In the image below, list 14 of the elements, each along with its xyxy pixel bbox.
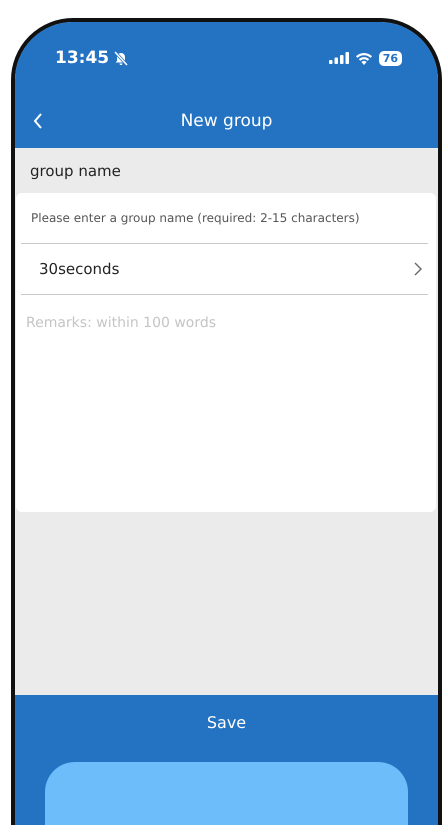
back-icon[interactable] <box>33 113 43 129</box>
wifi-icon <box>354 52 373 64</box>
muted-bell-icon <box>113 50 130 66</box>
group-name-field[interactable]: Please enter a group name (required: 2-15 characters) <box>16 193 436 243</box>
chevron-right-icon <box>414 262 422 276</box>
signal-icon <box>328 52 349 64</box>
interval-value: 30seconds <box>39 260 120 278</box>
section-label: group name <box>29 161 122 182</box>
page-title: New group <box>180 111 272 131</box>
save-button[interactable]: Save <box>15 695 438 750</box>
interval-select[interactable]: 30seconds <box>16 244 436 294</box>
remarks-field[interactable]: Remarks: within 100 words <box>16 295 436 512</box>
battery-level: 76 <box>378 50 402 66</box>
status-time: 13:45 <box>55 48 110 68</box>
